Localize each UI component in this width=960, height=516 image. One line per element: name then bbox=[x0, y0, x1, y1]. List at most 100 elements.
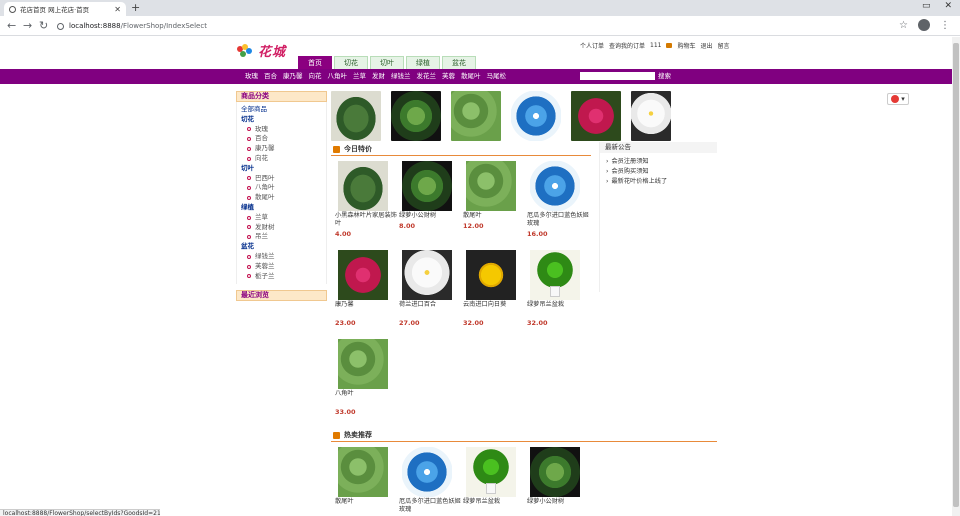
product-name[interactable]: 绿萝吊兰盆栽 bbox=[527, 301, 591, 309]
sidebar-item[interactable]: 散尾叶 bbox=[241, 193, 326, 203]
address-bar[interactable]: localhost:8888/FlowerShop/IndexSelect bbox=[57, 19, 357, 33]
product-name[interactable]: 八角叶 bbox=[335, 390, 399, 398]
minimize-icon[interactable]: ▭ bbox=[922, 1, 931, 11]
sidebar-item[interactable]: 巴西叶 bbox=[241, 174, 326, 184]
product-thumb[interactable] bbox=[631, 91, 671, 141]
product-image[interactable] bbox=[466, 447, 516, 497]
menu-item[interactable]: 发财 bbox=[372, 71, 385, 82]
product-name[interactable]: 厄瓜多尔进口蓝色妖姬玫瑰 bbox=[399, 498, 463, 514]
logout-link[interactable]: 退出 bbox=[701, 41, 713, 50]
close-window-icon[interactable]: ✕ bbox=[944, 1, 952, 11]
menu-item[interactable]: 兰草 bbox=[353, 71, 366, 82]
product-name[interactable]: 绿萝小公财树 bbox=[527, 498, 591, 506]
product-image[interactable] bbox=[402, 447, 452, 497]
sidebar-item[interactable]: 玫瑰 bbox=[241, 125, 326, 135]
product-card[interactable]: 厄瓜多尔进口蓝色妖姬玫瑰 16.00 bbox=[527, 161, 589, 238]
product-thumb[interactable] bbox=[571, 91, 621, 141]
product-card[interactable]: 八角叶 33.00 bbox=[335, 339, 395, 416]
menu-item[interactable]: 绿钱兰 bbox=[391, 71, 411, 82]
sidebar-group[interactable]: 切叶 bbox=[241, 164, 326, 174]
search-input[interactable] bbox=[580, 72, 655, 80]
menu-item[interactable]: 百合 bbox=[264, 71, 277, 82]
product-name[interactable]: 厄瓜多尔进口蓝色妖姬玫瑰 bbox=[527, 212, 591, 228]
tab-home[interactable]: 首页 bbox=[298, 56, 332, 69]
product-thumb[interactable] bbox=[331, 91, 381, 141]
news-item[interactable]: 会员购买须知 bbox=[600, 167, 717, 177]
sidebar-group[interactable]: 切花 bbox=[241, 115, 326, 125]
new-tab-icon[interactable]: + bbox=[131, 1, 140, 14]
product-name[interactable]: 云南进口向日葵 bbox=[463, 301, 527, 309]
product-image[interactable] bbox=[338, 161, 388, 211]
menu-item[interactable]: 散尾叶 bbox=[461, 71, 481, 82]
product-card[interactable]: 康乃馨 23.00 bbox=[335, 250, 395, 327]
extension-widget[interactable]: ▾ bbox=[887, 93, 909, 105]
product-card[interactable]: 小黑森林叶片家居装饰叶 4.00 bbox=[335, 161, 397, 238]
tab-green-plants[interactable]: 绿植 bbox=[406, 56, 440, 69]
product-image[interactable] bbox=[338, 447, 388, 497]
product-image[interactable] bbox=[530, 250, 580, 300]
product-name[interactable]: 小黑森林叶片家居装饰叶 bbox=[335, 212, 399, 228]
product-name[interactable]: 散尾叶 bbox=[463, 212, 527, 220]
sidebar-item[interactable]: 八角叶 bbox=[241, 183, 326, 193]
sidebar-item[interactable]: 栀子兰 bbox=[241, 272, 326, 282]
product-card[interactable]: 荷兰进口百合 27.00 bbox=[399, 250, 459, 327]
product-name[interactable]: 绿萝吊兰盆栽 bbox=[463, 498, 527, 506]
product-image[interactable] bbox=[338, 339, 388, 389]
profile-avatar[interactable] bbox=[918, 19, 930, 31]
bookmark-star-icon[interactable]: ☆ bbox=[899, 20, 908, 31]
user-link[interactable]: 个人订单 bbox=[580, 41, 604, 50]
browser-tab[interactable]: 花店首页 网上花店·首页 ✕ bbox=[4, 2, 126, 16]
tab-cut-leaves[interactable]: 切叶 bbox=[370, 56, 404, 69]
menu-item[interactable]: 玫瑰 bbox=[245, 71, 258, 82]
menu-item[interactable]: 向花 bbox=[309, 71, 322, 82]
search-button[interactable]: 搜索 bbox=[658, 71, 671, 82]
news-item[interactable]: 会员注册须知 bbox=[600, 157, 717, 167]
product-card[interactable]: 绿萝吊兰盆栽 bbox=[463, 447, 523, 506]
sidebar-group[interactable]: 盆花 bbox=[241, 242, 326, 252]
menu-dots-icon[interactable]: ⋮ bbox=[940, 20, 950, 31]
sidebar-item[interactable]: 芙蓉兰 bbox=[241, 262, 326, 272]
product-image[interactable] bbox=[466, 161, 516, 211]
product-image[interactable] bbox=[402, 161, 452, 211]
menu-item[interactable]: 发花兰 bbox=[417, 71, 437, 82]
product-thumb[interactable] bbox=[451, 91, 501, 141]
sidebar-item[interactable]: 百合 bbox=[241, 134, 326, 144]
product-card[interactable]: 厄瓜多尔进口蓝色妖姬玫瑰 bbox=[399, 447, 461, 514]
user-link[interactable]: 查询我的订单 bbox=[609, 41, 645, 50]
product-name[interactable]: 绿萝小公财树 bbox=[399, 212, 463, 220]
product-name[interactable]: 散尾叶 bbox=[335, 498, 399, 506]
forward-icon[interactable]: → bbox=[23, 19, 32, 32]
product-image[interactable] bbox=[402, 250, 452, 300]
sidebar-item[interactable]: 康乃馨 bbox=[241, 144, 326, 154]
product-card[interactable]: 散尾叶 bbox=[335, 447, 395, 506]
sidebar-group[interactable]: 绿植 bbox=[241, 203, 326, 213]
reload-icon[interactable]: ↻ bbox=[39, 19, 48, 32]
menu-item[interactable]: 芙蓉 bbox=[442, 71, 455, 82]
menu-item[interactable]: 八角叶 bbox=[328, 71, 348, 82]
sidebar-item[interactable]: 发财树 bbox=[241, 223, 326, 233]
menu-item[interactable]: 马尾松 bbox=[487, 71, 507, 82]
product-thumb[interactable] bbox=[511, 91, 561, 141]
product-card[interactable]: 散尾叶 12.00 bbox=[463, 161, 523, 230]
product-image[interactable] bbox=[530, 161, 580, 211]
product-thumb[interactable] bbox=[391, 91, 441, 141]
site-logo[interactable]: 花城 bbox=[237, 41, 286, 60]
sidebar-item[interactable]: 向花 bbox=[241, 154, 326, 164]
cart-link[interactable]: 购物车 bbox=[677, 41, 695, 50]
tab-potted-flowers[interactable]: 盆花 bbox=[442, 56, 476, 69]
page-scrollbar[interactable] bbox=[952, 37, 960, 516]
sidebar-all-link[interactable]: 全部商品 bbox=[241, 105, 326, 115]
back-icon[interactable]: ← bbox=[7, 19, 16, 32]
product-name[interactable]: 荷兰进口百合 bbox=[399, 301, 463, 309]
product-image[interactable] bbox=[338, 250, 388, 300]
menu-item[interactable]: 康乃馨 bbox=[283, 71, 303, 82]
tab-cut-flowers[interactable]: 切花 bbox=[334, 56, 368, 69]
sidebar-item[interactable]: 绿钱兰 bbox=[241, 252, 326, 262]
product-card[interactable]: 云南进口向日葵 32.00 bbox=[463, 250, 523, 327]
close-icon[interactable]: ✕ bbox=[114, 5, 121, 14]
message-link[interactable]: 留言 bbox=[718, 41, 730, 50]
product-name[interactable]: 康乃馨 bbox=[335, 301, 399, 309]
scrollbar-thumb[interactable] bbox=[953, 43, 959, 507]
sidebar-item[interactable]: 吊兰 bbox=[241, 232, 326, 242]
product-card[interactable]: 绿萝小公财树 8.00 bbox=[399, 161, 459, 230]
